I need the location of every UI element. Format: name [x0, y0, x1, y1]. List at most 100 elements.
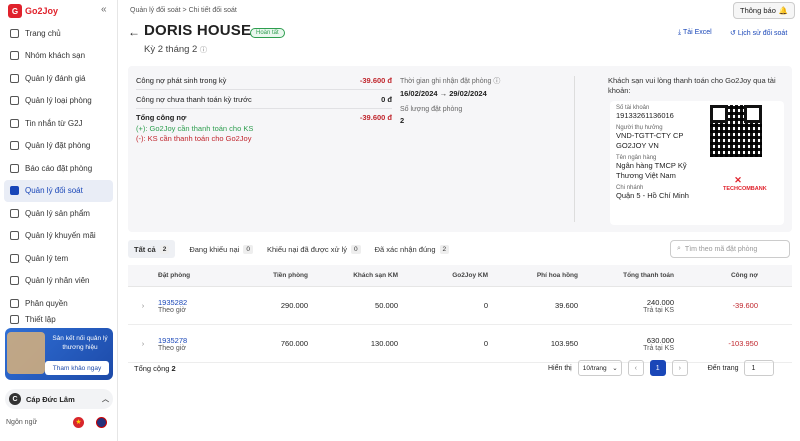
history-label: Lịch sử đối soát — [737, 30, 788, 37]
calendar-icon — [10, 141, 19, 151]
sidebar-item-hotel-group[interactable]: Nhóm khách sạn — [0, 45, 117, 68]
time-block: Thời gian ghi nhận đặt phòng ⓘ 16/02/202… — [400, 76, 500, 98]
jump-label: Đến trang — [707, 364, 739, 372]
account-value[interactable]: 19133261136016 — [616, 111, 710, 121]
count-label: Số lượng đặt phòng — [400, 106, 463, 113]
holder-value: VND-TGTT-CTY CP GO2JOY VN — [616, 131, 684, 150]
column-header: Go2Joy KM — [452, 272, 488, 279]
sidebar-item-permissions[interactable]: Phân quyền — [0, 292, 117, 315]
sidebar-item-promotions[interactable]: Quản lý khuyến mãi — [0, 225, 117, 248]
incurred-value: -39.600 đ — [359, 76, 392, 85]
user-menu[interactable]: C Cáp Đức Lâm ︿ — [5, 389, 113, 409]
history-link[interactable]: ↺ Lịch sử đối soát — [730, 29, 787, 37]
avatar: C — [9, 393, 21, 405]
back-arrow-icon[interactable]: ← — [128, 25, 140, 39]
period-label: Kỳ 2 tháng 2 ⓘ — [144, 44, 207, 55]
collapse-sidebar-icon[interactable]: « — [101, 4, 107, 15]
sidebar-item-messages[interactable]: Tin nhắn từ G2J — [0, 112, 117, 135]
total-note: Trả tại KS — [643, 344, 674, 352]
main-content: Quản lý đối soát > Chi tiết đối soát Thô… — [118, 0, 800, 441]
sidebar-item-label: Quản lý đánh giá — [25, 73, 86, 83]
help-icon[interactable]: ⓘ — [493, 78, 500, 85]
sidebar-item-label: Quản lý loại phòng — [25, 96, 92, 106]
sidebar-item-label: Báo cáo đặt phòng — [25, 163, 93, 173]
divider — [136, 108, 392, 109]
tab-disputing[interactable]: Đang khiếu nại 0 — [189, 240, 253, 258]
incurred-row: Công nợ phát sinh trong kỳ -39.600 đ — [136, 76, 392, 85]
promo-banner: Sản kết nối quản lý thương hiệu Tham khả… — [5, 328, 113, 380]
expand-chevron-icon[interactable]: › — [128, 301, 158, 310]
jump-page-input[interactable]: 1 — [744, 360, 775, 376]
total-count-label: Tổng cộng — [134, 364, 170, 373]
g2j-discount: 0 — [483, 339, 488, 348]
download-icon: ⤓ — [678, 29, 682, 36]
box-icon — [10, 208, 19, 218]
gear-icon — [10, 314, 19, 324]
star-icon — [10, 73, 19, 83]
search-input[interactable]: ⌕ Tìm theo mã đặt phòng — [670, 240, 790, 258]
qr-code — [710, 105, 762, 157]
unpaid-label: Công nợ chưa thanh toán kỳ trước — [136, 95, 252, 104]
help-icon[interactable]: ⓘ — [200, 47, 207, 54]
branch-value: Quận 5 - Hồ Chí Minh — [616, 191, 689, 200]
users-icon — [10, 276, 19, 286]
message-icon — [10, 118, 19, 128]
page-size-select[interactable]: 10/trang ⌄ — [577, 360, 622, 376]
chart-icon — [10, 163, 19, 173]
total-cell: 630.000 Trả tại KS — [578, 336, 674, 352]
breadcrumb-item[interactable]: Quản lý đối soát — [130, 7, 181, 14]
time-value: 16/02/2024 → 29/02/2024 — [400, 89, 487, 98]
sidebar-item-home[interactable]: Trang chủ — [0, 22, 117, 45]
logo[interactable]: G Go2Joy — [8, 4, 58, 18]
table-row[interactable]: › 1935282 Theo giờ 290.000 50.000 0 39.60… — [128, 287, 792, 325]
commission: 103.950 — [550, 339, 578, 348]
current-page-button[interactable]: 1 — [649, 360, 666, 376]
export-excel-link[interactable]: ⤓ Tải Excel — [678, 29, 712, 37]
tab-count: 0 — [350, 244, 361, 254]
tab-resolved[interactable]: Khiếu nại đã được xử lý 0 — [267, 240, 361, 258]
prev-page-button[interactable]: ‹ — [627, 360, 644, 376]
sidebar-item-products[interactable]: Quản lý sản phẩm — [0, 202, 117, 225]
table-row[interactable]: › 1935278 Theo giờ 760.000 130.000 0 103.… — [128, 325, 792, 363]
sidebar-item-stamps[interactable]: Quản lý tem — [0, 247, 117, 270]
sidebar-item-bookings[interactable]: Quản lý đặt phòng — [0, 135, 117, 158]
incurred-label: Công nợ phát sinh trong kỳ — [136, 76, 227, 85]
sidebar-item-booking-report[interactable]: Báo cáo đặt phòng — [0, 157, 117, 180]
sidebar-item-settings[interactable]: Thiết lập — [0, 314, 117, 327]
sidebar-item-staff[interactable]: Quản lý nhân viên — [0, 270, 117, 293]
uk-flag-icon[interactable] — [96, 417, 107, 428]
tab-confirmed[interactable]: Đã xác nhận đúng 2 — [375, 240, 450, 258]
history-icon: ↺ — [730, 30, 736, 37]
total-amount: 630.000 — [646, 335, 674, 345]
sidebar-item-label: Quản lý nhân viên — [25, 276, 90, 286]
tab-label: Đã xác nhận đúng — [374, 244, 436, 254]
booking-id-link[interactable]: 1935278 — [158, 336, 220, 345]
vietnam-flag-icon[interactable]: ★ — [73, 417, 84, 428]
bank-name-value: Ngân hàng TMCP Kỹ Thương Việt Nam — [616, 161, 687, 180]
bank-details: Số tài khoản 19133261136016 Người thụ hư… — [616, 105, 710, 201]
debt-value: -39.600 — [732, 301, 758, 310]
sidebar-item-label: Quản lý tem — [25, 253, 69, 263]
sidebar-item-reconciliation[interactable]: Quản lý đối soát — [4, 179, 113, 202]
column-header: Tiền phòng — [273, 272, 308, 279]
logo-mark: G — [8, 4, 22, 18]
promo-button[interactable]: Tham khảo ngay — [45, 361, 109, 375]
divider — [136, 89, 392, 90]
sidebar-item-label: Quản lý đối soát — [25, 186, 83, 196]
status-badge: Hoàn tất — [250, 28, 285, 38]
sidebar-item-room-types[interactable]: Quản lý loại phòng — [0, 90, 117, 113]
notification-button[interactable]: Thông báo 🔔 — [733, 2, 796, 19]
stamp-icon — [10, 253, 19, 263]
hotel-discount: 50.000 — [375, 301, 398, 310]
tab-all[interactable]: Tất cả 2 — [128, 240, 176, 258]
sidebar-item-reviews[interactable]: Quản lý đánh giá — [0, 67, 117, 90]
page-size-value: 10/trang — [582, 364, 607, 372]
booking-id-link[interactable]: 1935282 — [158, 298, 220, 307]
time-label: Thời gian ghi nhận đặt phòng ⓘ — [400, 76, 500, 86]
tab-label: Tất cả — [134, 244, 156, 254]
room-price: 760.000 — [280, 339, 308, 348]
bank-card: Số tài khoản 19133261136016 Người thụ hư… — [610, 101, 784, 225]
expand-chevron-icon[interactable]: › — [128, 339, 158, 348]
next-page-button[interactable]: › — [671, 360, 688, 376]
table-total: Tổng cộng 2 — [134, 364, 176, 373]
